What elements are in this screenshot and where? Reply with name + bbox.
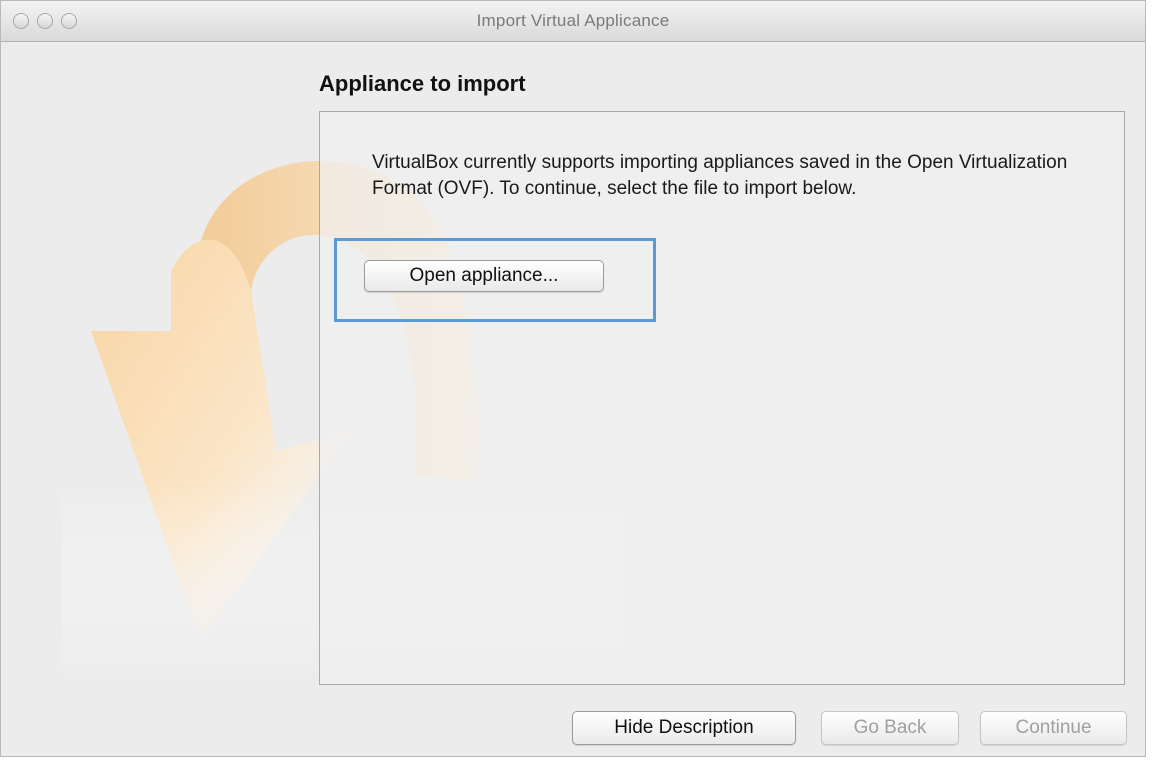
page-title: Appliance to import [319, 71, 526, 96]
title-bar: Import Virtual Applicance [1, 1, 1145, 42]
description-text: VirtualBox currently supports importing … [372, 152, 1068, 199]
go-back-button[interactable]: Go Back [821, 711, 959, 745]
open-appliance-button[interactable]: Open appliance... [364, 260, 604, 292]
window-title: Import Virtual Applicance [476, 11, 670, 30]
hide-description-button[interactable]: Hide Description [572, 711, 796, 745]
continue-button[interactable]: Continue [980, 711, 1127, 745]
description-panel: VirtualBox currently supports importing … [319, 111, 1125, 685]
import-virtual-appliance-window: Import Virtual Applicance Appliance to i… [0, 0, 1146, 757]
